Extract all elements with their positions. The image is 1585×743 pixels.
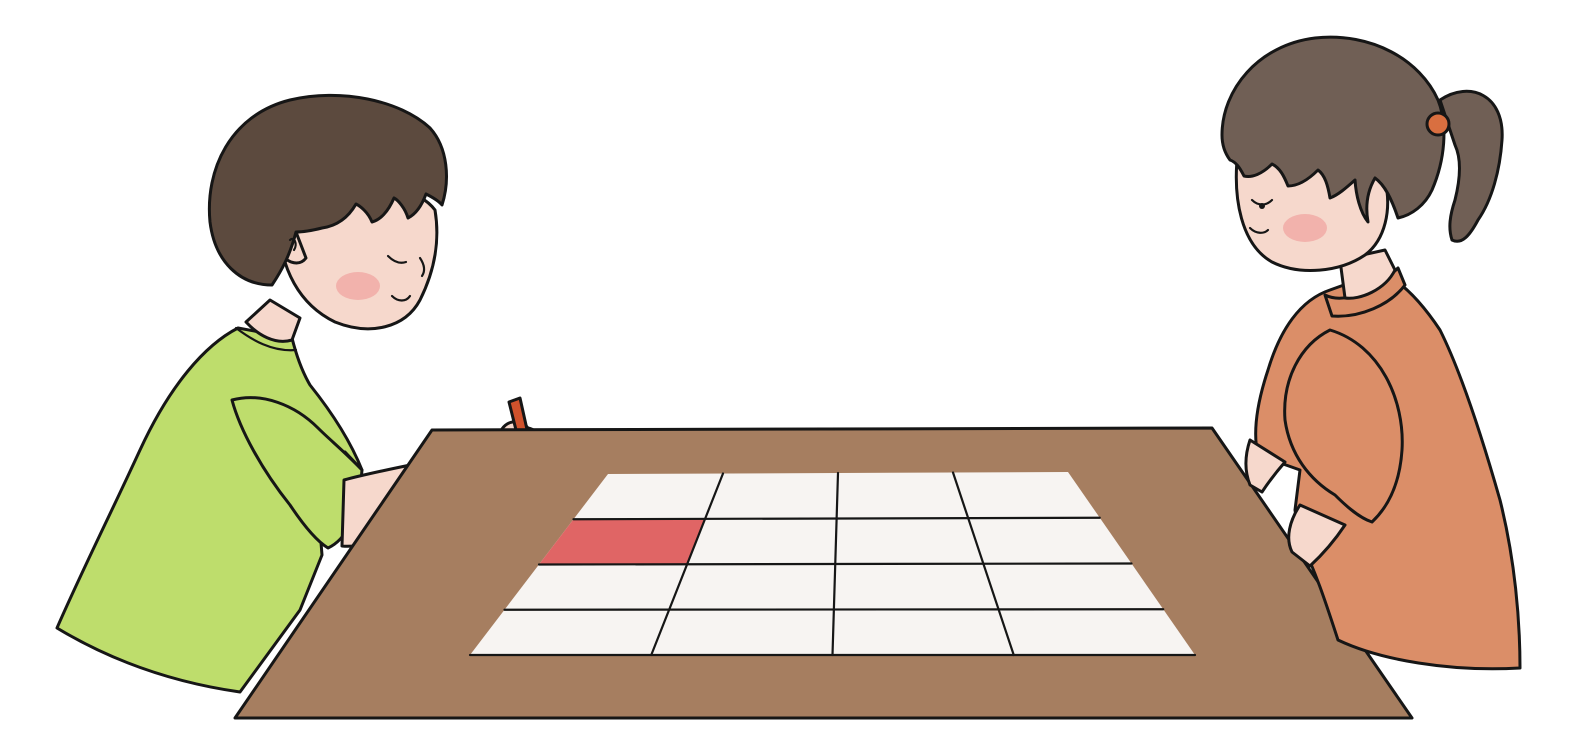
illustration — [55, 35, 1522, 720]
girl-ponytail — [1438, 89, 1504, 243]
boy-blush — [336, 272, 380, 300]
girl-blush — [1283, 214, 1327, 242]
hair-tie — [1425, 111, 1451, 137]
